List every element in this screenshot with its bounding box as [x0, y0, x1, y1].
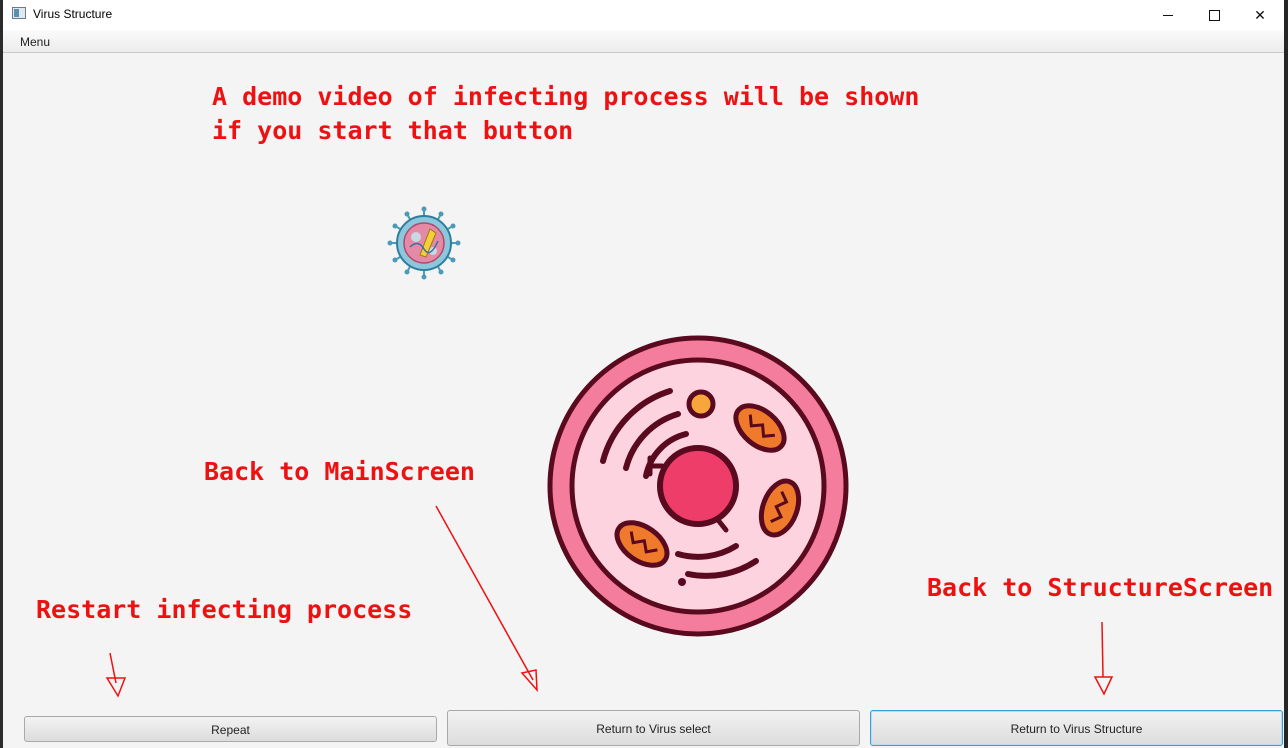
return-to-virus-select-button[interactable]: Return to Virus select — [447, 710, 860, 746]
cell-icon — [547, 335, 849, 637]
arrow-to-virus-select — [435, 505, 538, 693]
virus-icon — [387, 206, 461, 280]
app-window: Virus Structure ✕ Menu A demo video of i… — [3, 0, 1284, 748]
repeat-button[interactable]: Repeat — [24, 716, 437, 742]
illustration-layer — [105, 206, 1114, 698]
arrow-to-repeat — [105, 652, 127, 698]
desktop-edge — [1284, 0, 1288, 748]
arrow-to-virus-structure — [1093, 621, 1114, 696]
return-to-virus-structure-button[interactable]: Return to Virus Structure — [870, 710, 1283, 746]
